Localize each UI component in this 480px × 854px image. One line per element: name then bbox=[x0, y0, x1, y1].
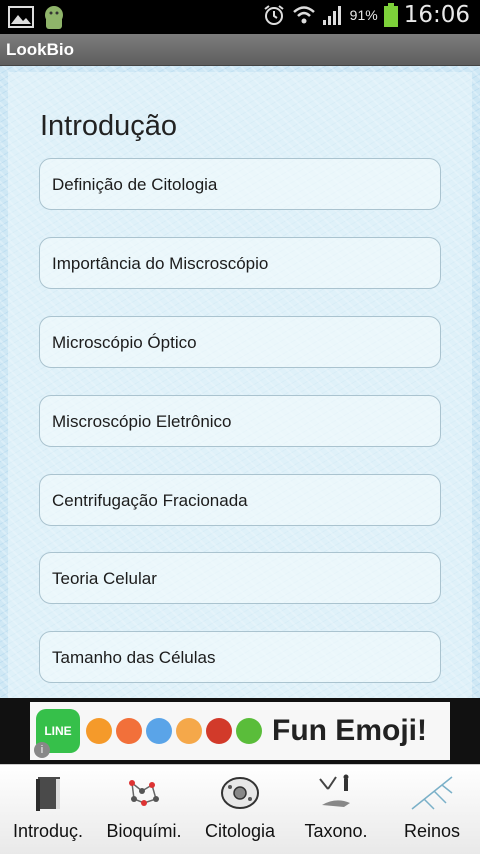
list-item-label: Definição de Citologia bbox=[52, 175, 218, 194]
battery-icon bbox=[383, 3, 398, 27]
status-bar: 91% 16:06 bbox=[0, 0, 480, 34]
list-item-importancia-microscopio[interactable]: Importância do Miscroscópio bbox=[39, 237, 441, 289]
emoji-row bbox=[86, 718, 262, 744]
tab-label: Citologia bbox=[204, 821, 276, 841]
list-item-tamanho-celulas[interactable]: Tamanho das Células bbox=[39, 631, 441, 683]
list-item-label: Teoria Celular bbox=[52, 569, 157, 588]
tab-label: Taxono. bbox=[304, 821, 368, 841]
tab-label: Reinos bbox=[403, 821, 461, 841]
bottom-tab-bar: Introduç. Bioquími. Citologia Taxono. Re… bbox=[0, 764, 480, 854]
book-icon bbox=[36, 777, 60, 811]
cell-icon bbox=[221, 777, 259, 809]
tab-taxonomia[interactable]: Taxono. bbox=[288, 765, 384, 854]
clock: 16:06 bbox=[403, 2, 470, 28]
list-item-centrifugacao[interactable]: Centrifugação Fracionada bbox=[39, 474, 441, 526]
molecule-icon bbox=[129, 780, 159, 806]
tab-introducao[interactable]: Introduç. bbox=[0, 765, 96, 854]
list-item-label: Microscópio Óptico bbox=[52, 333, 197, 352]
tab-label: Introduç. bbox=[12, 821, 84, 841]
alien-emoji-icon bbox=[236, 718, 262, 744]
content-area: Introdução Definição de Citologia Import… bbox=[0, 66, 480, 698]
grin-emoji-icon bbox=[176, 718, 202, 744]
signal-icon bbox=[322, 6, 341, 25]
page-title: Introdução bbox=[40, 110, 178, 142]
wifi-icon bbox=[292, 6, 315, 24]
list-item-microscopio-optico[interactable]: Microscópio Óptico bbox=[39, 316, 441, 368]
tree-icon bbox=[411, 776, 453, 810]
devil-emoji-icon bbox=[206, 718, 232, 744]
battery-percent: 91% bbox=[349, 7, 378, 23]
app-title-bar: LookBio bbox=[0, 34, 480, 66]
tab-label: Bioquími. bbox=[106, 821, 182, 841]
kiss-emoji-icon bbox=[116, 718, 142, 744]
alarm-icon bbox=[264, 5, 284, 25]
list-item-microscopio-eletronico[interactable]: Miscroscópio Eletrônico bbox=[39, 395, 441, 447]
scared-emoji-icon bbox=[146, 718, 172, 744]
smile-emoji-icon bbox=[86, 718, 112, 744]
ad-content[interactable]: LINE Fun Emoji! bbox=[30, 702, 450, 760]
android-icon bbox=[45, 6, 63, 29]
app-title: LookBio bbox=[6, 40, 74, 59]
gallery-icon bbox=[8, 6, 34, 28]
list-item-label: Importância do Miscroscópio bbox=[52, 254, 269, 273]
list-item-label: Miscroscópio Eletrônico bbox=[52, 412, 232, 431]
ad-info-icon[interactable]: i bbox=[34, 742, 50, 758]
tab-citologia[interactable]: Citologia bbox=[192, 765, 288, 854]
ad-text: Fun Emoji! bbox=[272, 714, 427, 747]
list-item-label: Tamanho das Células bbox=[52, 648, 216, 667]
ad-banner[interactable]: LINE Fun Emoji! bbox=[0, 698, 480, 764]
tab-reinos[interactable]: Reinos bbox=[384, 765, 480, 854]
list-item-label: Centrifugação Fracionada bbox=[52, 491, 248, 510]
list-item-definicao-citologia[interactable]: Definição de Citologia bbox=[39, 158, 441, 210]
evolution-icon bbox=[319, 774, 350, 807]
tab-bioquimica[interactable]: Bioquími. bbox=[96, 765, 192, 854]
list-item-teoria-celular[interactable]: Teoria Celular bbox=[39, 552, 441, 604]
